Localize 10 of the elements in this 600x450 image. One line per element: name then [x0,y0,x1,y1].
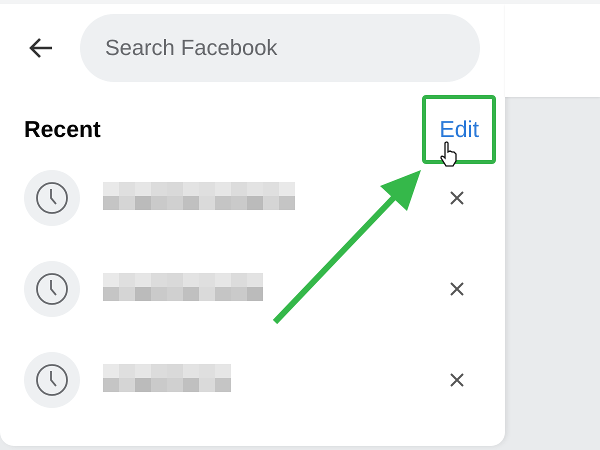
clock-icon [35,362,69,396]
close-icon [449,372,465,388]
hand-cursor-icon [439,141,459,167]
section-title: Recent [24,116,101,143]
close-icon [449,190,465,206]
back-arrow-icon[interactable] [28,37,54,59]
close-icon [449,280,465,296]
clock-icon [35,180,69,214]
search-field[interactable]: Search Facebook [80,14,480,82]
clock-icon [35,272,69,306]
